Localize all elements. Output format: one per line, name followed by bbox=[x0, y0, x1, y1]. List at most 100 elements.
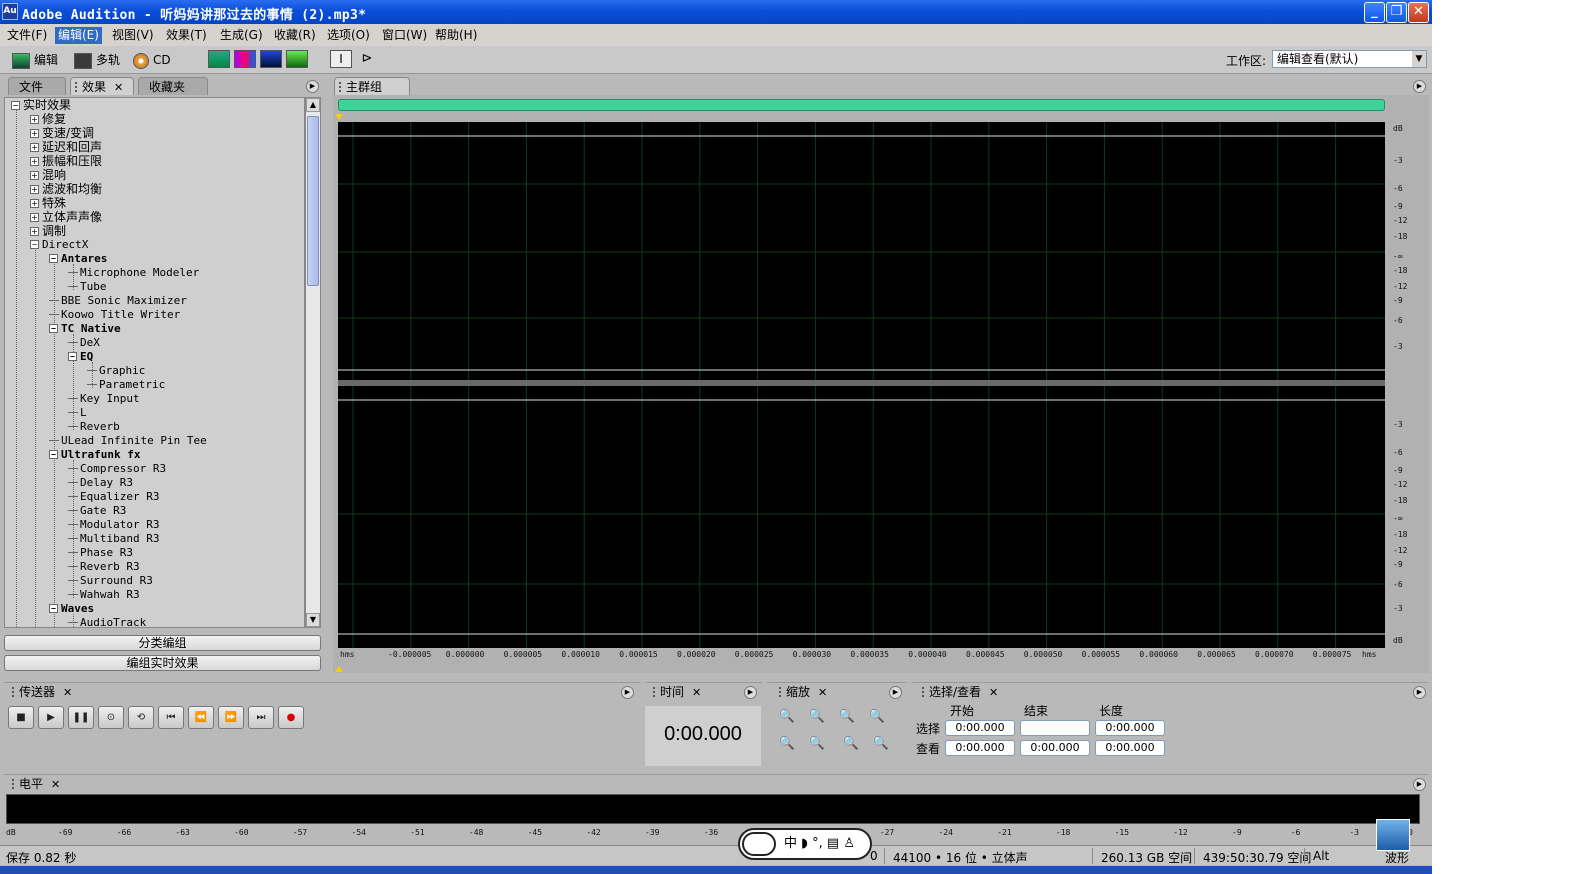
tab-zoom[interactable]: 缩放 ✕ bbox=[775, 683, 835, 701]
menu-favorites[interactable]: 收藏(R) bbox=[271, 27, 319, 44]
go-to-end-button[interactable]: ⏭ bbox=[248, 706, 274, 729]
ime-toolbar[interactable]: 中 ◗ °, ▤ ♙ bbox=[738, 828, 872, 860]
tree-node[interactable]: + 变速/变调 bbox=[30, 126, 94, 140]
menu-edit[interactable]: 编辑(E) bbox=[55, 27, 102, 44]
play-button[interactable]: ▶ bbox=[38, 706, 64, 729]
menu-view[interactable]: 视图(V) bbox=[109, 27, 157, 44]
zoom-out-horizontal-icon[interactable]: 🔍 bbox=[806, 707, 828, 727]
cd-view-button[interactable]: CD bbox=[133, 50, 171, 70]
collapse-icon[interactable]: − bbox=[49, 254, 58, 263]
tree-node[interactable]: Koowo Title Writer bbox=[49, 308, 180, 322]
expand-icon[interactable]: + bbox=[30, 213, 39, 222]
record-button[interactable]: ● bbox=[278, 706, 304, 729]
close-button[interactable]: ✕ bbox=[1408, 2, 1429, 23]
zoom-in-vertical-icon[interactable]: 🔍 bbox=[840, 734, 862, 754]
menu-window[interactable]: 窗口(W) bbox=[379, 27, 430, 44]
group-by-category-button[interactable]: 分类编组 bbox=[4, 635, 321, 651]
panel-menu-icon[interactable]: ▶ bbox=[1413, 686, 1426, 699]
pause-button[interactable]: ❚❚ bbox=[68, 706, 94, 729]
panel-menu-icon[interactable]: ▶ bbox=[621, 686, 634, 699]
multitrack-view-button[interactable]: 多轨 bbox=[74, 50, 120, 70]
collapse-icon[interactable]: − bbox=[68, 352, 77, 361]
expand-icon[interactable]: + bbox=[30, 185, 39, 194]
fast-forward-button[interactable]: ⏩ bbox=[218, 706, 244, 729]
zoom-right-edge-icon[interactable]: 🔍 bbox=[806, 734, 828, 754]
tab-time[interactable]: 时间 ✕ bbox=[649, 683, 709, 701]
scroll-up-icon[interactable]: ▲ bbox=[306, 98, 320, 112]
tree-node[interactable]: Reverb bbox=[68, 420, 120, 434]
tree-node[interactable]: Phase R3 bbox=[68, 546, 133, 560]
tree-node[interactable]: − TC Native bbox=[49, 322, 121, 336]
tree-node[interactable]: − Waves bbox=[49, 602, 94, 616]
menu-help[interactable]: 帮助(H) bbox=[432, 27, 480, 44]
tree-node[interactable]: Wahwah R3 bbox=[68, 588, 140, 602]
tab-effects[interactable]: 效果 ✕ bbox=[70, 77, 134, 95]
tree-node[interactable]: DeX bbox=[68, 336, 100, 350]
tab-files[interactable]: 文件 bbox=[8, 77, 66, 95]
close-tab-icon[interactable]: ✕ bbox=[692, 686, 701, 699]
menu-file[interactable]: 文件(F) bbox=[4, 27, 50, 44]
zoom-out-full-icon[interactable]: 🔍 bbox=[836, 707, 858, 727]
expand-icon[interactable]: + bbox=[30, 171, 39, 180]
spectral-phase-icon[interactable] bbox=[286, 50, 308, 68]
panel-menu-icon[interactable]: ▶ bbox=[889, 686, 902, 699]
zoom-out-vertical-icon[interactable]: 🔍 bbox=[870, 734, 892, 754]
tree-node[interactable]: + 立体声声像 bbox=[30, 210, 102, 224]
panel-menu-icon[interactable]: ▶ bbox=[744, 686, 757, 699]
scroll-thumb[interactable] bbox=[307, 116, 319, 286]
spectral-pan-icon[interactable] bbox=[260, 50, 282, 68]
tree-node[interactable]: − EQ bbox=[68, 350, 93, 364]
tree-node[interactable]: Surround R3 bbox=[68, 574, 153, 588]
tree-node[interactable]: Modulator R3 bbox=[68, 518, 159, 532]
expand-icon[interactable]: + bbox=[30, 143, 39, 152]
minimize-button[interactable]: _ bbox=[1364, 2, 1385, 23]
loop-button[interactable]: ⟲ bbox=[128, 706, 154, 729]
close-tab-icon[interactable]: ✕ bbox=[114, 81, 123, 94]
select-start-field[interactable]: 0:00.000 bbox=[945, 720, 1015, 736]
tree-node[interactable]: Equalizer R3 bbox=[68, 490, 159, 504]
waveform-display[interactable] bbox=[338, 122, 1385, 648]
tree-node[interactable]: + 修复 bbox=[30, 112, 66, 126]
expand-icon[interactable]: + bbox=[30, 157, 39, 166]
tree-node[interactable]: + 滤波和均衡 bbox=[30, 182, 102, 196]
play-to-end-button[interactable]: ⊙ bbox=[98, 706, 124, 729]
zoom-selection-icon[interactable]: 🔍 bbox=[866, 707, 888, 727]
tab-main-group[interactable]: 主群组 bbox=[334, 77, 410, 95]
tree-node[interactable]: BBE Sonic Maximizer bbox=[49, 294, 187, 308]
maximize-button[interactable]: ❐ bbox=[1386, 2, 1407, 23]
select-end-field[interactable] bbox=[1020, 720, 1090, 736]
stop-button[interactable]: ■ bbox=[8, 706, 34, 729]
tree-node[interactable]: Key Input bbox=[68, 392, 140, 406]
spectral-frequency-icon[interactable] bbox=[234, 50, 256, 68]
tree-node[interactable]: + 振幅和压限 bbox=[30, 154, 102, 168]
close-tab-icon[interactable]: ✕ bbox=[63, 686, 72, 699]
close-tab-icon[interactable]: ✕ bbox=[989, 686, 998, 699]
close-tab-icon[interactable]: ✕ bbox=[818, 686, 827, 699]
collapse-icon[interactable]: − bbox=[49, 450, 58, 459]
tree-node[interactable]: − 实时效果 bbox=[11, 98, 71, 112]
workspace-select[interactable]: 编辑查看(默认) ▼ bbox=[1272, 50, 1427, 68]
tree-node[interactable]: Tube bbox=[68, 280, 107, 294]
tree-node[interactable]: + 特殊 bbox=[30, 196, 66, 210]
tree-node[interactable]: + 调制 bbox=[30, 224, 66, 238]
tree-node[interactable]: − Ultrafunk fx bbox=[49, 448, 140, 462]
edit-view-button[interactable]: 编辑 bbox=[12, 50, 58, 70]
time-selection-tool-icon[interactable]: Ⅰ bbox=[330, 50, 352, 68]
tree-node[interactable]: Microphone Modeler bbox=[68, 266, 199, 280]
zoom-in-horizontal-icon[interactable]: 🔍 bbox=[776, 707, 798, 727]
end-marker-icon[interactable] bbox=[335, 666, 343, 672]
tree-node[interactable]: Graphic bbox=[87, 364, 145, 378]
expand-icon[interactable]: + bbox=[30, 129, 39, 138]
panel-menu-icon[interactable]: ▶ bbox=[1413, 778, 1426, 791]
waveform-overview-bar[interactable] bbox=[338, 99, 1385, 111]
view-length-field[interactable]: 0:00.000 bbox=[1095, 740, 1165, 756]
go-to-start-button[interactable]: ⏮ bbox=[158, 706, 184, 729]
view-start-field[interactable]: 0:00.000 bbox=[945, 740, 1015, 756]
select-length-field[interactable]: 0:00.000 bbox=[1095, 720, 1165, 736]
zoom-left-edge-icon[interactable]: 🔍 bbox=[776, 734, 798, 754]
tab-transport[interactable]: 传送器 ✕ bbox=[8, 683, 76, 701]
time-ruler[interactable]: hms -0.000005 0.000000 0.000005 0.000010 0.00… bbox=[338, 650, 1385, 664]
tree-node[interactable]: Parametric bbox=[87, 378, 165, 392]
tree-node[interactable]: L bbox=[68, 406, 87, 420]
expand-icon[interactable]: + bbox=[30, 115, 39, 124]
